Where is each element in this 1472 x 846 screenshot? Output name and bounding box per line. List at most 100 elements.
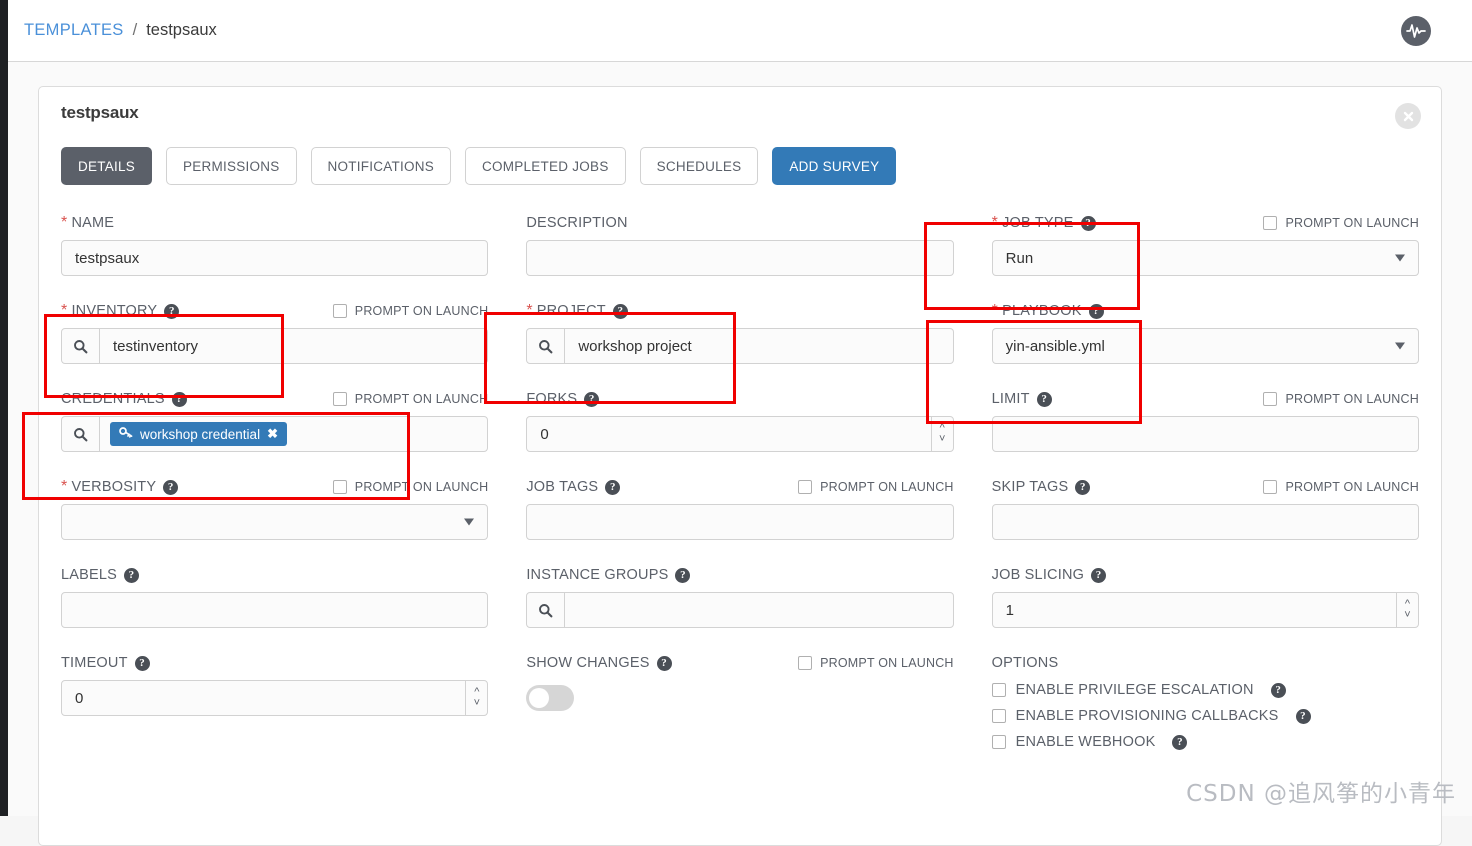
field-description: DESCRIPTION bbox=[526, 209, 954, 276]
job-tags-input[interactable] bbox=[526, 504, 954, 540]
skip-tags-input[interactable] bbox=[991, 504, 1419, 540]
labels-input[interactable] bbox=[61, 592, 489, 628]
job-type-value: Run bbox=[1005, 249, 1034, 267]
template-form: * NAME testpsaux DESCRIPTION * JOB TYPE … bbox=[61, 209, 1419, 755]
add-survey-button[interactable]: ADD SURVEY bbox=[772, 147, 897, 185]
chevron-down-icon[interactable] bbox=[1394, 342, 1405, 350]
chevron-down-icon[interactable] bbox=[1394, 254, 1405, 262]
project-input[interactable]: workshop project bbox=[526, 328, 954, 364]
playbook-select[interactable]: yin-ansible.yml bbox=[991, 328, 1419, 364]
checkbox-icon[interactable] bbox=[991, 735, 1006, 749]
verbosity-prompt-on-launch[interactable]: PROMPT ON LAUNCH bbox=[332, 473, 489, 501]
job-tags-prompt-on-launch[interactable]: PROMPT ON LAUNCH bbox=[798, 473, 954, 501]
instance-groups-input[interactable] bbox=[526, 592, 954, 628]
inventory-label: * INVENTORY ? bbox=[61, 303, 180, 319]
close-icon[interactable] bbox=[1395, 103, 1421, 129]
inventory-input[interactable]: testinventory bbox=[61, 328, 489, 364]
checkbox-icon[interactable] bbox=[991, 709, 1006, 723]
help-icon[interactable]: ? bbox=[1091, 567, 1107, 583]
help-icon[interactable]: ? bbox=[1172, 734, 1188, 750]
job-slicing-spinner[interactable]: ^ ˅ bbox=[1395, 593, 1418, 627]
search-icon[interactable] bbox=[527, 593, 566, 627]
search-icon[interactable] bbox=[62, 329, 100, 363]
limit-prompt-on-launch[interactable]: PROMPT ON LAUNCH bbox=[1263, 385, 1419, 413]
checkbox-icon[interactable] bbox=[1263, 216, 1278, 230]
field-project: * PROJECT ? workshop project bbox=[526, 297, 954, 364]
timeout-value: 0 bbox=[75, 689, 84, 707]
search-icon[interactable] bbox=[62, 417, 100, 451]
help-icon[interactable]: ? bbox=[163, 479, 179, 495]
help-icon[interactable]: ? bbox=[612, 303, 628, 319]
remove-credential-icon[interactable]: ✖ bbox=[267, 426, 278, 442]
option-enable-privilege-escalation[interactable]: ENABLE PRIVILEGE ESCALATION ? bbox=[991, 677, 1419, 703]
job-tags-label-text: JOB TAGS bbox=[526, 479, 599, 495]
help-icon[interactable]: ? bbox=[1080, 215, 1096, 231]
help-icon[interactable]: ? bbox=[656, 655, 672, 671]
chevron-down-icon[interactable]: ˅ bbox=[1404, 610, 1410, 621]
forks-spinner[interactable]: ^ ˅ bbox=[930, 417, 953, 451]
help-icon[interactable]: ? bbox=[605, 479, 621, 495]
help-icon[interactable]: ? bbox=[124, 567, 140, 583]
credentials-prompt-on-launch[interactable]: PROMPT ON LAUNCH bbox=[332, 385, 489, 413]
forks-stepper[interactable]: 0 ^ ˅ bbox=[526, 416, 954, 452]
chevron-down-icon[interactable]: ˅ bbox=[939, 434, 945, 445]
tab-schedules[interactable]: SCHEDULES bbox=[639, 147, 759, 185]
show-changes-toggle[interactable] bbox=[526, 685, 575, 711]
playbook-label-text: PLAYBOOK bbox=[1002, 303, 1082, 319]
credential-chip[interactable]: workshop credential ✖ bbox=[110, 422, 287, 446]
chevron-up-icon[interactable]: ^ bbox=[474, 687, 479, 698]
help-icon[interactable]: ? bbox=[164, 303, 180, 319]
skip-tags-prompt-on-launch[interactable]: PROMPT ON LAUNCH bbox=[1263, 473, 1419, 501]
tab-completed-jobs[interactable]: COMPLETED JOBS bbox=[465, 147, 626, 185]
option-label: ENABLE PROVISIONING CALLBACKS bbox=[1015, 708, 1279, 724]
checkbox-icon[interactable] bbox=[332, 304, 347, 318]
job-slicing-stepper[interactable]: 1 ^ ˅ bbox=[991, 592, 1419, 628]
verbosity-select[interactable] bbox=[61, 504, 489, 540]
option-enable-webhook[interactable]: ENABLE WEBHOOK ? bbox=[991, 729, 1419, 755]
search-icon[interactable] bbox=[527, 329, 566, 363]
form-row-6: TIMEOUT ? 0 ^ ˅ SHOW CHANGES ? PROMPT ON… bbox=[61, 649, 1419, 755]
chevron-down-icon[interactable] bbox=[464, 518, 475, 526]
labels-label: LABELS ? bbox=[61, 567, 140, 583]
field-verbosity: * VERBOSITY ? PROMPT ON LAUNCH bbox=[61, 473, 489, 540]
help-icon[interactable]: ? bbox=[675, 567, 691, 583]
chevron-up-icon[interactable]: ^ bbox=[1405, 599, 1410, 610]
checkbox-icon[interactable] bbox=[798, 656, 813, 670]
checkbox-icon[interactable] bbox=[332, 480, 347, 494]
checkbox-icon[interactable] bbox=[991, 683, 1006, 697]
tab-details[interactable]: DETAILS bbox=[61, 147, 153, 185]
chevron-down-icon[interactable]: ˅ bbox=[474, 698, 480, 709]
inventory-prompt-on-launch[interactable]: PROMPT ON LAUNCH bbox=[332, 297, 489, 325]
chevron-up-icon[interactable]: ^ bbox=[940, 423, 945, 434]
breadcrumb-templates-link[interactable]: TEMPLATES bbox=[24, 21, 124, 40]
help-icon[interactable]: ? bbox=[1295, 708, 1311, 724]
tab-permissions[interactable]: PERMISSIONS bbox=[166, 147, 297, 185]
job-type-select[interactable]: Run bbox=[991, 240, 1419, 276]
tab-notifications[interactable]: NOTIFICATIONS bbox=[310, 147, 452, 185]
checkbox-icon[interactable] bbox=[332, 392, 347, 406]
limit-input[interactable] bbox=[991, 416, 1419, 452]
help-icon[interactable]: ? bbox=[1088, 303, 1104, 319]
credentials-input[interactable]: workshop credential ✖ bbox=[61, 416, 489, 452]
job-type-prompt-on-launch[interactable]: PROMPT ON LAUNCH bbox=[1263, 209, 1419, 237]
timeout-spinner[interactable]: ^ ˅ bbox=[465, 681, 487, 715]
help-icon[interactable]: ? bbox=[584, 391, 600, 407]
job-slicing-value: 1 bbox=[1005, 601, 1014, 619]
help-icon[interactable]: ? bbox=[1075, 479, 1091, 495]
checkbox-icon[interactable] bbox=[1263, 480, 1278, 494]
option-enable-provisioning-callbacks[interactable]: ENABLE PROVISIONING CALLBACKS ? bbox=[991, 703, 1419, 729]
timeout-stepper[interactable]: 0 ^ ˅ bbox=[61, 680, 489, 716]
help-icon[interactable]: ? bbox=[134, 655, 150, 671]
checkbox-icon[interactable] bbox=[1263, 392, 1278, 406]
name-input[interactable]: testpsaux bbox=[61, 240, 489, 276]
description-input[interactable] bbox=[526, 240, 954, 276]
help-icon[interactable]: ? bbox=[1036, 391, 1052, 407]
credentials-label: CREDENTIALS ? bbox=[61, 391, 187, 407]
verbosity-label-text: VERBOSITY bbox=[71, 479, 157, 495]
checkbox-icon[interactable] bbox=[798, 480, 813, 494]
help-icon[interactable]: ? bbox=[171, 391, 187, 407]
activity-stream-icon[interactable] bbox=[1401, 15, 1431, 46]
watermark: CSDN @追风筝的小青年 bbox=[1186, 781, 1456, 807]
show-changes-prompt-on-launch[interactable]: PROMPT ON LAUNCH bbox=[798, 649, 954, 677]
help-icon[interactable]: ? bbox=[1270, 682, 1286, 698]
